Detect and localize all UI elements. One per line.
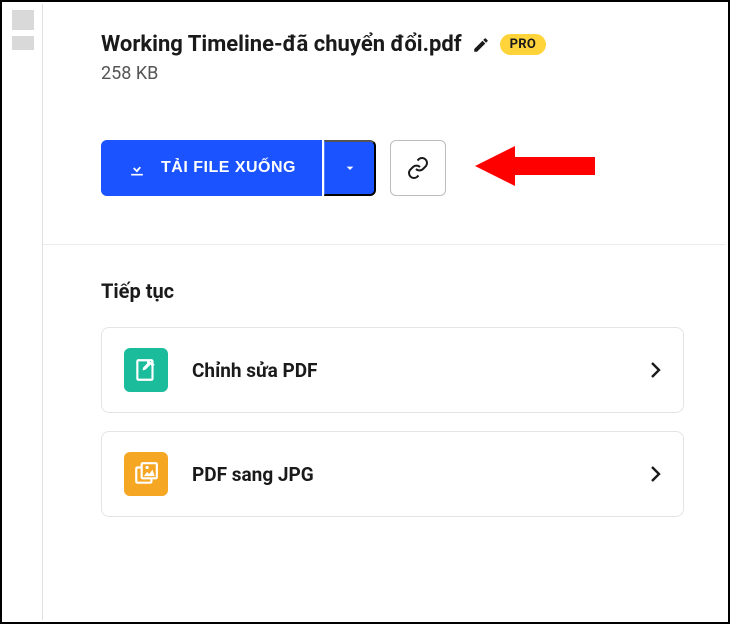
chevron-down-icon (342, 160, 358, 176)
link-icon (406, 156, 430, 180)
download-icon (127, 158, 147, 178)
pdf-to-jpg-icon (124, 452, 168, 496)
app-frame: Working Timeline-đã chuyển đổi.pdf PRO 2… (0, 0, 730, 624)
file-size: 258 KB (101, 63, 684, 84)
download-button[interactable]: TẢI FILE XUỐNG (101, 140, 322, 196)
arrow-left-icon (475, 141, 595, 191)
page-thumbnail-gutter (4, 4, 42, 620)
share-link-button[interactable] (390, 140, 446, 196)
main-content: Working Timeline-đã chuyển đổi.pdf PRO 2… (43, 4, 726, 620)
section-divider (43, 244, 726, 245)
option-label: Chỉnh sửa PDF (192, 359, 625, 382)
action-row: TẢI FILE XUỐNG (101, 140, 684, 196)
chevron-right-icon (649, 464, 661, 484)
edit-icon[interactable] (472, 36, 490, 54)
option-edit-pdf[interactable]: Chỉnh sửa PDF (101, 327, 684, 413)
edit-pdf-icon (124, 348, 168, 392)
pro-badge: PRO (500, 34, 547, 55)
page-thumbnail[interactable] (12, 36, 34, 50)
page-thumbnail[interactable] (12, 10, 34, 30)
option-pdf-to-jpg[interactable]: PDF sang JPG (101, 431, 684, 517)
file-title: Working Timeline-đã chuyển đổi.pdf (101, 32, 462, 57)
title-row: Working Timeline-đã chuyển đổi.pdf PRO (101, 32, 684, 57)
download-dropdown-button[interactable] (324, 140, 376, 196)
option-label: PDF sang JPG (192, 463, 625, 486)
annotation-arrow (475, 141, 595, 195)
chevron-right-icon (649, 360, 661, 380)
download-label: TẢI FILE XUỐNG (161, 159, 296, 177)
continue-section-title: Tiếp tục (101, 279, 684, 303)
